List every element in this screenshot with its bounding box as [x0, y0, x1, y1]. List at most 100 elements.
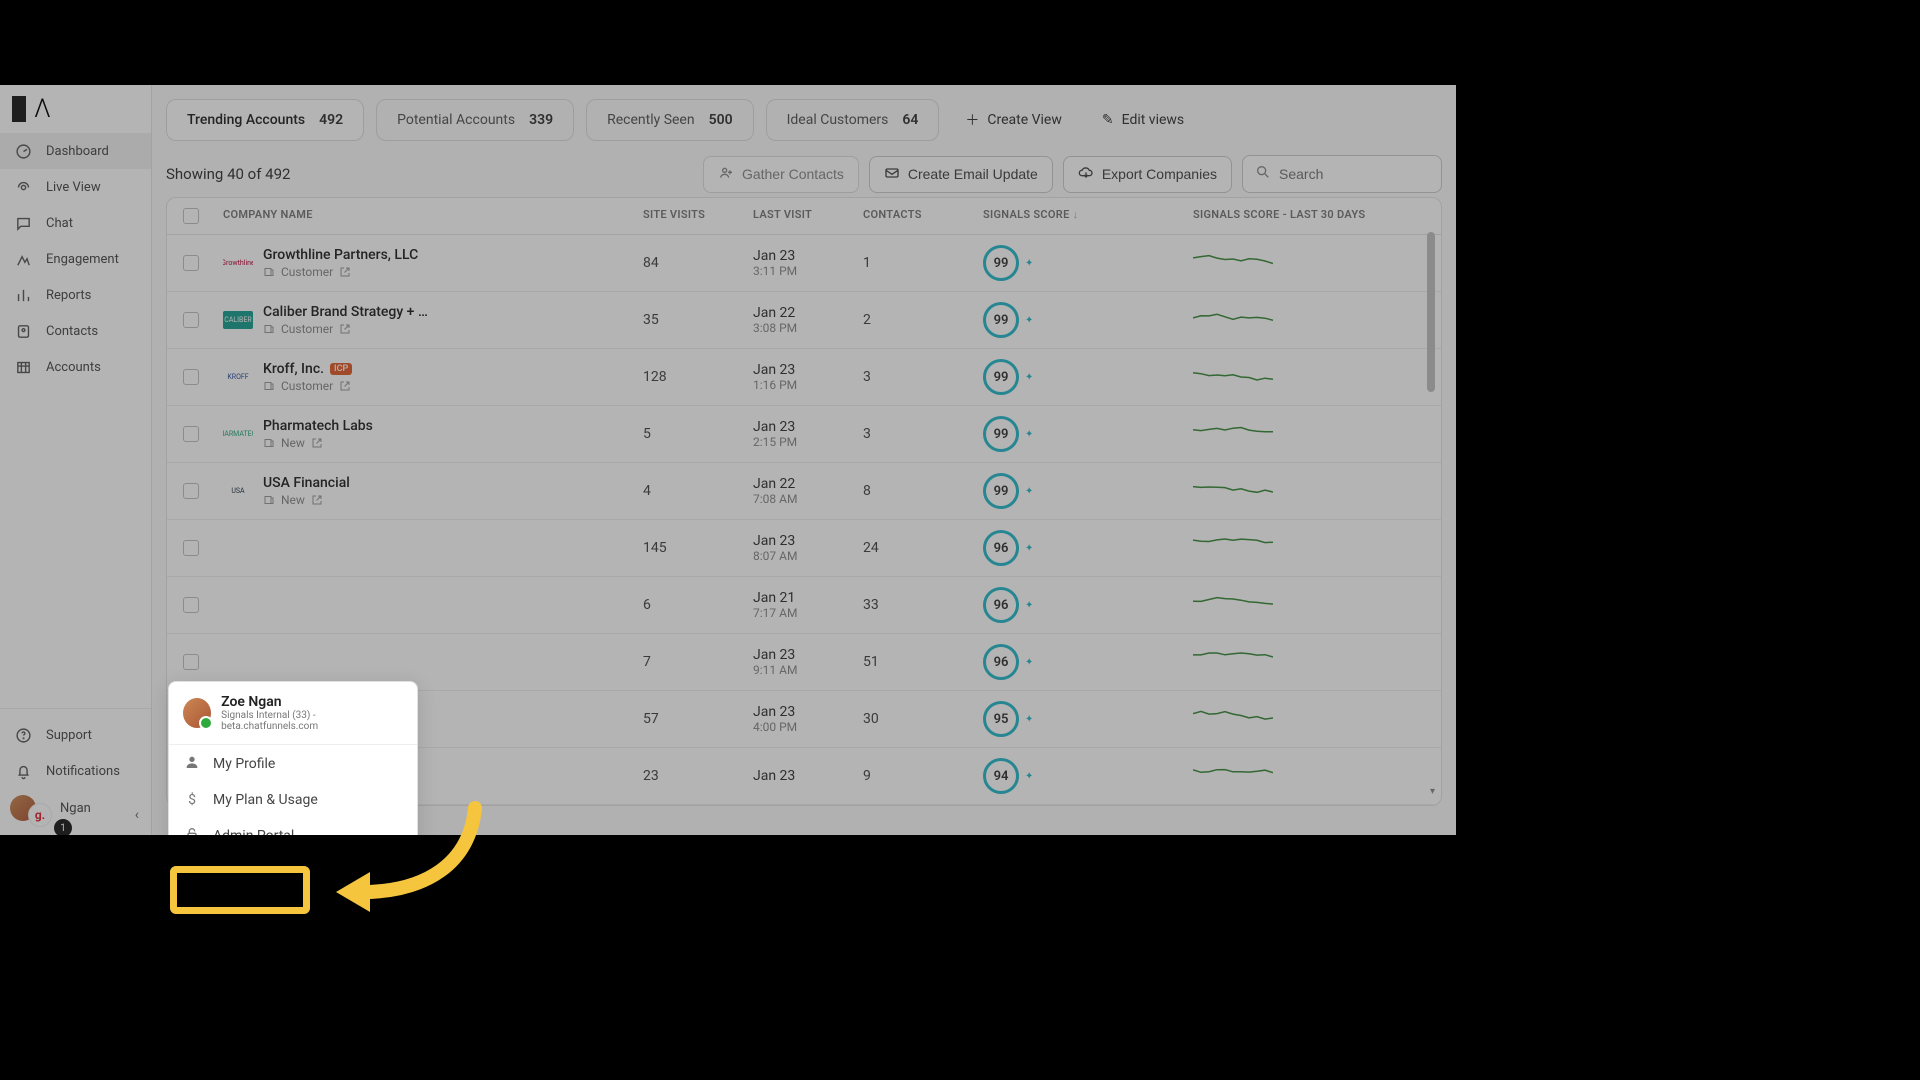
sparkline-cell	[1193, 365, 1442, 389]
showing-count: Showing 40 of 492	[166, 165, 290, 183]
company-logo: Growthline	[223, 254, 253, 272]
row-checkbox[interactable]	[183, 369, 223, 385]
company-logo: PHARMATECH	[223, 425, 253, 443]
collapse-sidebar-icon[interactable]: ‹	[135, 807, 139, 823]
search-box[interactable]	[1242, 155, 1442, 193]
create-view-button[interactable]: ＋ Create View	[951, 100, 1076, 140]
search-input[interactable]	[1279, 166, 1429, 182]
support-icon	[14, 726, 32, 744]
company-sub: Customer	[263, 379, 352, 393]
row-checkbox[interactable]	[183, 426, 223, 442]
company-logo: KROFF	[223, 368, 253, 386]
tab-count: 339	[529, 112, 553, 128]
sidebar-item-support[interactable]: Support	[0, 717, 151, 753]
letterbox-bottom	[0, 835, 1920, 1080]
row-checkbox[interactable]	[183, 483, 223, 499]
right-black	[1456, 85, 1920, 835]
company-name[interactable]: Caliber Brand Strategy + …	[263, 304, 428, 320]
sidebar-item-live-view[interactable]: Live View	[0, 169, 151, 205]
engagement-icon	[14, 250, 32, 268]
sparkline-cell	[1193, 308, 1442, 332]
table-row[interactable]: USAUSA Financial New 4Jan 227:08 AM899✦	[167, 463, 1441, 520]
popup-user-sub: Signals Internal (33) - beta.chatfunnels…	[221, 710, 403, 732]
company-sub: New	[263, 493, 350, 507]
select-all-checkbox[interactable]	[183, 208, 223, 224]
tab-potential-accounts[interactable]: Potential Accounts 339	[376, 99, 574, 141]
sidebar-label: Support	[46, 728, 92, 743]
table-row[interactable]: 145Jan 238:07 AM2496✦	[167, 520, 1441, 577]
visits-cell: 35	[643, 312, 753, 328]
chat-icon	[14, 214, 32, 232]
score-cell: 99✦	[983, 245, 1193, 281]
sidebar-item-accounts[interactable]: Accounts	[0, 349, 151, 385]
visits-cell: 23	[643, 768, 753, 784]
menu-item-my-plan[interactable]: $ My Plan & Usage	[169, 783, 417, 817]
sidebar-item-chat[interactable]: Chat	[0, 205, 151, 241]
contacts-cell: 1	[863, 255, 983, 271]
view-tabs: Trending Accounts 492 Potential Accounts…	[166, 99, 1442, 141]
logo-block	[12, 96, 26, 122]
sparkle-icon: ✦	[1025, 429, 1033, 440]
company-name[interactable]: USA Financial	[263, 475, 350, 491]
row-checkbox[interactable]	[183, 597, 223, 613]
app-zone: Λ Dashboard Live View Chat	[0, 85, 1456, 835]
sparkline-cell	[1193, 536, 1442, 560]
sidebar-item-dashboard[interactable]: Dashboard	[0, 133, 151, 169]
vertical-scrollbar[interactable]	[1427, 232, 1435, 392]
company-name[interactable]: Growthline Partners, LLC	[263, 247, 418, 263]
header-label: SIGNALS SCORE	[983, 208, 1070, 221]
tab-count: 492	[319, 112, 343, 128]
score-cell: 96✦	[983, 644, 1193, 680]
tab-ideal-customers[interactable]: Ideal Customers 64	[766, 99, 940, 141]
tab-label: Ideal Customers	[787, 112, 889, 128]
score-cell: 99✦	[983, 473, 1193, 509]
tab-recently-seen[interactable]: Recently Seen 500	[586, 99, 754, 141]
contacts-cell: 24	[863, 540, 983, 556]
app-logo[interactable]: Λ	[0, 85, 151, 133]
create-email-update-button[interactable]: Create Email Update	[869, 156, 1053, 193]
table-row[interactable]: PHARMATECHPharmatech Labs New 5Jan 232:1…	[167, 406, 1441, 463]
header-last-visit[interactable]: LAST VISIT	[753, 208, 863, 224]
score-ring: 96	[983, 644, 1019, 680]
company-name[interactable]: Pharmatech Labs	[263, 418, 373, 434]
last-visit-cell: Jan 232:15 PM	[753, 419, 863, 449]
company-logo: CALIBER	[223, 311, 253, 329]
last-visit-cell: Jan 233:11 PM	[753, 248, 863, 278]
company-cell: CALIBERCaliber Brand Strategy + … Custom…	[223, 304, 643, 336]
sidebar-item-notifications[interactable]: Notifications	[0, 753, 151, 789]
table-row[interactable]: GrowthlineGrowthline Partners, LLC Custo…	[167, 235, 1441, 292]
header-signals-score[interactable]: SIGNALS SCORE ↓	[983, 208, 1193, 224]
row-checkbox[interactable]	[183, 255, 223, 271]
row-checkbox[interactable]	[183, 654, 223, 670]
sidebar-label: Dashboard	[46, 144, 109, 159]
company-name[interactable]: Kroff, Inc.ICP	[263, 361, 352, 377]
sidebar-item-engagement[interactable]: Engagement	[0, 241, 151, 277]
tab-trending-accounts[interactable]: Trending Accounts 492	[166, 99, 364, 141]
score-ring: 96	[983, 587, 1019, 623]
sidebar-item-contacts[interactable]: Contacts	[0, 313, 151, 349]
header-signals-score-30[interactable]: SIGNALS SCORE - LAST 30 DAYS	[1193, 208, 1442, 224]
row-checkbox[interactable]	[183, 540, 223, 556]
header-contacts[interactable]: CONTACTS	[863, 208, 983, 224]
company-sub: New	[263, 436, 373, 450]
sidebar-label: Chat	[46, 216, 73, 231]
score-ring: 94	[983, 758, 1019, 794]
sparkline-cell	[1193, 422, 1442, 446]
edit-views-button[interactable]: ✎ Edit views	[1088, 102, 1198, 138]
header-company[interactable]: COMPANY NAME	[223, 208, 643, 224]
export-companies-button[interactable]: Export Companies	[1063, 156, 1232, 193]
gather-contacts-button[interactable]: Gather Contacts	[703, 156, 859, 193]
table-row[interactable]: 6Jan 217:17 AM3396✦	[167, 577, 1441, 634]
table-row[interactable]: CALIBERCaliber Brand Strategy + … Custom…	[167, 292, 1441, 349]
sort-down-icon: ↓	[1073, 208, 1079, 221]
popup-header: Zoe Ngan Signals Internal (33) - beta.ch…	[169, 682, 417, 745]
menu-item-my-profile[interactable]: My Profile	[169, 745, 417, 783]
table-row[interactable]: KROFFKroff, Inc.ICP Customer 128Jan 231:…	[167, 349, 1441, 406]
sidebar-item-reports[interactable]: Reports	[0, 277, 151, 313]
last-visit-cell: Jan 238:07 AM	[753, 533, 863, 563]
header-visits[interactable]: SITE VISITS	[643, 208, 753, 224]
row-checkbox[interactable]	[183, 312, 223, 328]
scroll-caret-icon: ▾	[1430, 786, 1435, 797]
sidebar-user[interactable]: g. 1 Ngan	[0, 789, 151, 827]
sparkline-cell	[1193, 251, 1442, 275]
